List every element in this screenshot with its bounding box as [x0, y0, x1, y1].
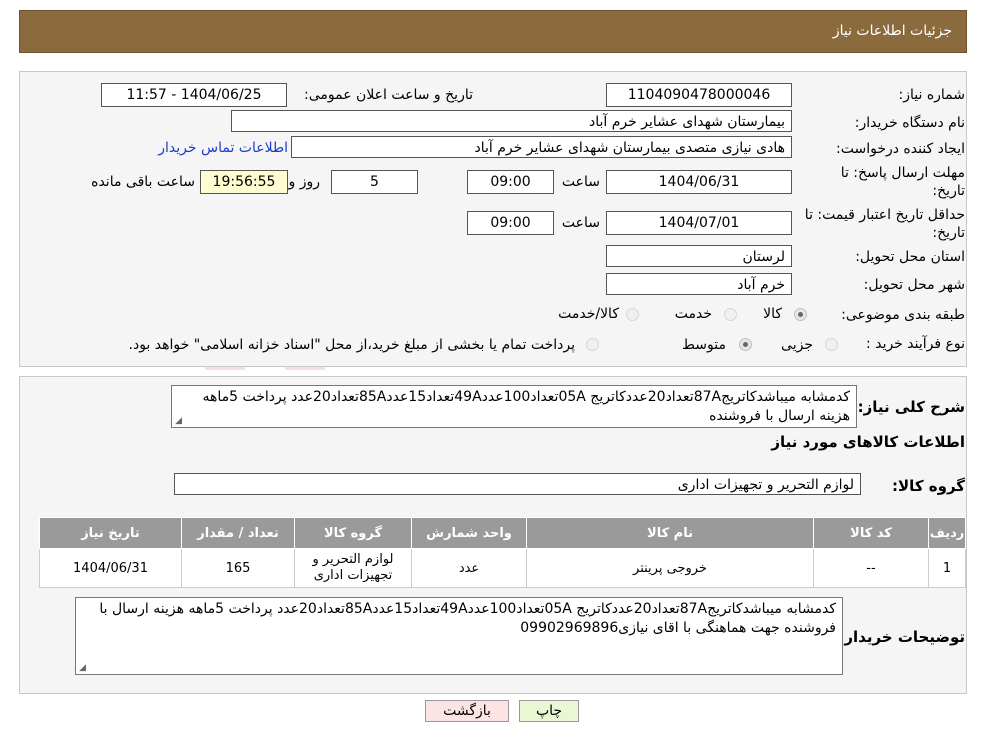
cell-group: لوازم التحریر و تجهیزات اداری: [294, 548, 412, 588]
treasury-payment-note: پرداخت تمام یا بخشی از مبلغ خرید،از محل …: [128, 337, 575, 353]
buyer-org-field: بیمارستان شهدای عشایر خرم آباد: [231, 110, 792, 132]
col-group: گروه کالا: [294, 517, 412, 549]
cell-name: خروجی پرینتر: [526, 548, 814, 588]
goods-info-title: اطلاعات کالاهای مورد نیاز: [771, 433, 965, 451]
back-button[interactable]: بازگشت: [425, 700, 509, 722]
need-number-label: شماره نیاز:: [898, 87, 966, 103]
cell-unit: عدد: [411, 548, 527, 588]
cell-code: --: [813, 548, 929, 588]
treasury-payment-checkbox[interactable]: [586, 338, 599, 351]
buyer-notes-textarea[interactable]: کدمشابه میباشدکاتریج87Aتعداد20عددکاتریج …: [75, 597, 843, 675]
process-option-minor: جزیی: [781, 337, 813, 353]
table-row: 1 -- خروجی پرینتر عدد لوازم التحریر و تج…: [39, 548, 966, 588]
goods-group-field: لوازم التحریر و تجهیزات اداری: [174, 473, 861, 495]
summary-text: کدمشابه میباشدکاتریج87Aتعداد20عددکاتریج …: [202, 389, 850, 424]
category-radio-goods[interactable]: [794, 308, 807, 321]
announce-datetime-field: 1404/06/25 - 11:57: [101, 83, 287, 107]
process-radio-medium[interactable]: [739, 338, 752, 351]
remaining-time-field: 19:56:55: [200, 170, 288, 194]
city-label: شهر محل تحویل:: [863, 277, 965, 293]
validity-label-2: تاریخ:: [932, 225, 965, 241]
days-label: روز و: [288, 174, 321, 190]
print-button[interactable]: چاپ: [519, 700, 579, 722]
col-qty: تعداد / مقدار: [181, 517, 295, 549]
buyer-org-label: نام دستگاه خریدار:: [854, 115, 965, 131]
category-radio-service[interactable]: [724, 308, 737, 321]
category-label: طبقه بندی موضوعی:: [841, 307, 965, 323]
deadline-time-field: 09:00: [467, 170, 554, 194]
validity-label: حداقل تاریخ اعتبار قیمت: تا: [804, 207, 965, 223]
buyer-notes-label: توضیحات خریدار:: [838, 628, 965, 646]
creator-field: هادی نیازی متصدی بیمارستان شهدای عشایر خ…: [291, 136, 792, 158]
validity-time-label: ساعت: [561, 215, 600, 231]
deadline-date-field: 1404/06/31: [606, 170, 792, 194]
resize-grip-icon: ◢: [175, 416, 182, 426]
announce-label: تاریخ و ساعت اعلان عمومی:: [304, 87, 473, 103]
remaining-time-label: ساعت باقی مانده: [91, 174, 195, 190]
col-row: ردیف: [928, 517, 966, 549]
city-field: خرم آباد: [606, 273, 792, 295]
col-name: نام کالا: [526, 517, 814, 549]
goods-table: ردیف کد کالا نام کالا واحد شمارش گروه کا…: [39, 517, 966, 588]
page-header: جزئیات اطلاعات نیاز: [19, 10, 967, 53]
days-remaining-field: 5: [331, 170, 418, 194]
summary-label: شرح کلی نیاز:: [857, 398, 965, 416]
category-radio-goods-service[interactable]: [626, 308, 639, 321]
creator-label: ایجاد کننده درخواست:: [836, 141, 965, 157]
col-unit: واحد شمارش: [411, 517, 527, 549]
deadline-label-2: تاریخ:: [932, 183, 965, 199]
summary-textarea[interactable]: کدمشابه میباشدکاتریج87Aتعداد20عددکاتریج …: [171, 385, 857, 428]
category-option-goods-service: کالا/خدمت: [558, 306, 619, 322]
deadline-label: مهلت ارسال پاسخ: تا: [840, 165, 965, 181]
validity-date-field: 1404/07/01: [606, 211, 792, 235]
province-label: استان محل تحویل:: [855, 249, 965, 265]
province-field: لرستان: [606, 245, 792, 267]
buyer-contact-link[interactable]: اطلاعات تماس خریدار: [158, 140, 288, 156]
buyer-notes-text: کدمشابه میباشدکاتریج87Aتعداد20عددکاتریج …: [99, 601, 836, 636]
need-number-field: 1104090478000046: [606, 83, 792, 107]
process-radio-minor[interactable]: [825, 338, 838, 351]
process-label: نوع فرآیند خرید :: [866, 336, 965, 352]
resize-grip-icon: ◢: [79, 663, 86, 673]
col-code: کد کالا: [813, 517, 929, 549]
deadline-time-label: ساعت: [561, 174, 600, 190]
cell-qty: 165: [181, 548, 295, 588]
cell-date: 1404/06/31: [39, 548, 182, 588]
goods-group-label: گروه کالا:: [892, 477, 965, 495]
cell-row: 1: [928, 548, 966, 588]
validity-time-field: 09:00: [467, 211, 554, 235]
page-title: جزئیات اطلاعات نیاز: [832, 23, 952, 39]
goods-table-header: ردیف کد کالا نام کالا واحد شمارش گروه کا…: [39, 517, 966, 549]
process-option-medium: متوسط: [682, 337, 726, 353]
category-option-service: خدمت: [674, 306, 712, 322]
col-date: تاریخ نیاز: [39, 517, 182, 549]
category-option-goods: کالا: [763, 306, 782, 322]
